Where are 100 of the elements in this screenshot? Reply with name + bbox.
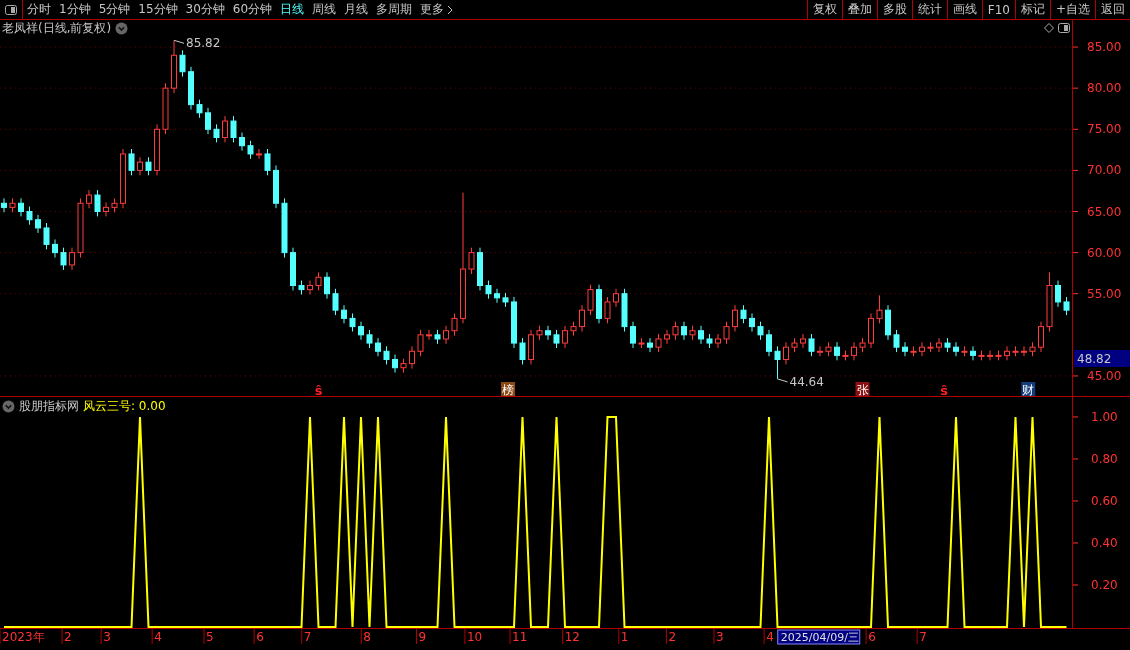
candlestick	[94, 189, 101, 217]
panel-toggle-icon[interactable]	[1058, 23, 1070, 33]
leader-line	[777, 378, 788, 383]
time-axis-label: 7	[303, 630, 312, 644]
candlestick	[9, 197, 16, 213]
candlestick	[613, 288, 619, 308]
candlestick	[205, 107, 211, 135]
candlestick	[162, 82, 169, 135]
time-axis-label: 10	[466, 630, 483, 644]
candlestick	[494, 288, 500, 304]
chevron-down-icon[interactable]	[2, 400, 15, 413]
indicator-axis-label: 0.60	[1091, 493, 1118, 508]
candlestick	[834, 341, 840, 361]
time-axis-label: 9	[418, 630, 427, 644]
toolbar-button[interactable]: 多股	[876, 0, 912, 19]
time-axis-label: 6	[256, 630, 264, 644]
candlestick	[230, 115, 237, 143]
candlestick	[715, 333, 721, 349]
period-tab[interactable]: 多周期	[372, 0, 417, 19]
period-tab[interactable]: 60分钟	[228, 0, 277, 19]
candlestick	[290, 247, 296, 291]
candlestick	[936, 337, 942, 353]
period-tab[interactable]: 30分钟	[181, 0, 229, 19]
candlestick	[876, 294, 883, 324]
chevron-down-icon[interactable]	[115, 21, 129, 35]
candlestick	[281, 197, 288, 259]
indicator-axis-label: 0.80	[1091, 451, 1118, 466]
candlestick	[324, 271, 330, 300]
event-marker[interactable]: ŝ	[314, 383, 323, 396]
toolbar-button[interactable]: 统计	[911, 0, 947, 19]
candlestick	[434, 329, 441, 345]
toolbar-button[interactable]: 画线	[946, 0, 982, 19]
candlestick	[800, 333, 806, 349]
event-marker[interactable]: ŝ	[940, 383, 948, 396]
price-axis-label: 75.00	[1087, 122, 1122, 137]
candlestick	[851, 341, 857, 361]
candlestick	[672, 321, 679, 341]
time-axis-label: 2	[64, 630, 72, 644]
toolbar-button[interactable]: +自选	[1049, 0, 1095, 19]
price-extreme-label: 44.64	[789, 374, 824, 389]
time-axis-label: 4	[766, 630, 774, 644]
candlestick	[621, 288, 628, 333]
period-tab[interactable]: 5分钟	[94, 0, 135, 19]
candlestick	[1, 197, 7, 213]
price-extreme-label: 85.82	[186, 36, 221, 51]
candlestick	[239, 132, 245, 152]
candlestick	[86, 189, 92, 209]
period-tab[interactable]: 15分钟	[134, 0, 182, 19]
candlestick	[426, 329, 432, 341]
diamond-icon[interactable]	[1044, 23, 1054, 33]
candlestick	[222, 115, 228, 143]
date-tag: 2025/04/09/三	[777, 629, 861, 645]
period-tab[interactable]: 月线	[340, 0, 373, 19]
candlestick	[1029, 341, 1036, 357]
price-tag: 48.82	[1074, 350, 1130, 367]
time-axis-label: 1	[620, 630, 629, 644]
candlestick	[1038, 321, 1044, 353]
candlestick	[366, 329, 373, 349]
candlestick	[944, 337, 951, 353]
toolbar-button[interactable]: F10	[981, 0, 1015, 19]
chevron-right-icon	[447, 4, 454, 15]
indicator-axis-label: 1.00	[1091, 409, 1118, 424]
event-tag[interactable]: 财	[1021, 382, 1036, 396]
period-tab[interactable]: 分时	[23, 0, 55, 19]
candlestick	[392, 354, 398, 374]
time-axis-label: 6	[868, 630, 876, 644]
candlestick	[604, 296, 611, 324]
candlestick	[1046, 271, 1053, 333]
candlestick	[749, 312, 755, 333]
candlestick	[103, 201, 109, 217]
candlestick	[842, 349, 849, 361]
candlestick	[587, 284, 594, 316]
candlestick	[570, 321, 577, 337]
more-menu[interactable]: 更多	[416, 0, 458, 19]
candlestick	[1012, 345, 1019, 357]
toolbar-button[interactable]: 返回	[1095, 0, 1130, 19]
candlestick	[783, 341, 789, 365]
candlestick	[77, 197, 84, 259]
toolbar-button[interactable]: 标记	[1014, 0, 1050, 19]
period-tab[interactable]: 1分钟	[55, 0, 95, 19]
event-tag[interactable]: 张	[855, 382, 870, 396]
period-tab[interactable]: 日线	[276, 0, 309, 19]
candlestick	[689, 325, 696, 341]
indicator-reading: 风云三号: 0.00	[83, 398, 166, 415]
candlestick	[69, 247, 75, 271]
event-tag[interactable]: 榜	[501, 382, 516, 396]
candlestick	[740, 304, 747, 324]
period-tab[interactable]: 周线	[308, 0, 341, 19]
price-axis-label: 65.00	[1087, 204, 1122, 219]
time-axis-label: 4	[154, 630, 162, 644]
candlestick	[264, 148, 271, 176]
panel-toggle-icon[interactable]	[5, 4, 17, 15]
candlestick	[332, 288, 339, 316]
candlestick	[26, 206, 33, 226]
candlestick	[927, 341, 934, 353]
toolbar-button[interactable]: 复权	[806, 0, 842, 19]
candlestick	[1063, 296, 1070, 316]
time-axis-label: 8	[363, 630, 371, 644]
toolbar-button[interactable]: 叠加	[841, 0, 877, 19]
candlestick	[409, 345, 415, 370]
